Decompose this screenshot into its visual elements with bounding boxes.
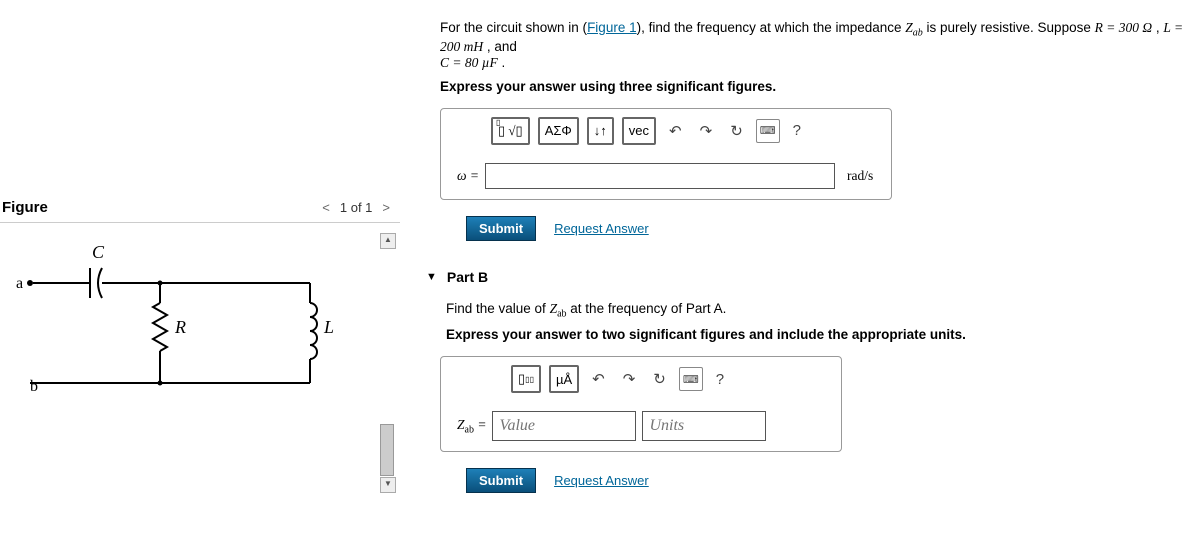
omega-label: ω =: [451, 168, 479, 184]
request-answer-link-b[interactable]: Request Answer: [554, 473, 649, 488]
r-value: R = 300 Ω: [1095, 20, 1153, 35]
text: Find the value of: [446, 301, 550, 316]
part-a-prompt: For the circuit shown in (Figure 1), fin…: [440, 20, 1190, 71]
text: is purely resistive. Suppose: [923, 20, 1095, 35]
text: , and: [483, 39, 517, 54]
figure-link[interactable]: Figure 1: [587, 20, 637, 35]
units-picker-button[interactable]: µÅ: [549, 365, 579, 393]
svg-text:R: R: [174, 317, 186, 337]
svg-text:C: C: [92, 242, 105, 262]
figure-next-button[interactable]: >: [380, 200, 392, 215]
figure-prev-button[interactable]: <: [320, 200, 332, 215]
svg-text:L: L: [323, 317, 334, 337]
redo-button[interactable]: ↷: [695, 119, 718, 143]
figure-page-indicator: 1 of 1: [340, 200, 373, 215]
help-button[interactable]: ?: [711, 367, 729, 391]
part-b-header[interactable]: ▼ Part B: [426, 269, 1190, 285]
part-a-instruction: Express your answer using three signific…: [440, 79, 1190, 94]
omega-input[interactable]: [485, 163, 835, 189]
request-answer-link-a[interactable]: Request Answer: [554, 221, 649, 236]
part-b-instruction: Express your answer to two significant f…: [446, 327, 1190, 342]
svg-text:a: a: [16, 275, 23, 292]
reset-button[interactable]: ↻: [648, 367, 671, 391]
question-panel: For the circuit shown in (Figure 1), fin…: [400, 0, 1200, 543]
part-b-answer-box: ▯▯▯ µÅ ↶ ↷ ↻ ⌨ ? Zab =: [440, 356, 842, 452]
zab-symbol: Zab: [550, 301, 567, 316]
circuit-diagram: a b C R L: [10, 233, 350, 433]
equation-toolbar-b: ▯▯▯ µÅ ↶ ↷ ↻ ⌨ ?: [511, 365, 831, 393]
units-input[interactable]: [642, 411, 766, 441]
keyboard-button[interactable]: ⌨: [679, 367, 703, 391]
equation-toolbar: ▯▯ √▯ ΑΣΦ ↓↑ vec ↶ ↷ ↻ ⌨ ?: [491, 117, 881, 145]
figure-nav: < 1 of 1 >: [320, 200, 392, 215]
collapse-icon: ▼: [426, 271, 437, 283]
text: at the frequency of Part A.: [567, 301, 727, 316]
greek-button[interactable]: ΑΣΦ: [538, 117, 579, 145]
template-button[interactable]: ▯▯▯: [511, 365, 541, 393]
zab-symbol: Zab: [905, 20, 923, 35]
subscript-button[interactable]: ↓↑: [587, 117, 614, 145]
scroll-up-arrow[interactable]: ▲: [380, 233, 396, 249]
reset-button[interactable]: ↻: [725, 119, 748, 143]
undo-button[interactable]: ↶: [587, 367, 610, 391]
figure-canvas: a b C R L ▲ ▼: [0, 223, 400, 543]
c-value: C = 80 µF: [440, 55, 498, 70]
zab-label: Zab =: [457, 417, 486, 436]
part-b-prompt: Find the value of Zab at the frequency o…: [446, 301, 1190, 320]
figure-panel: Figure < 1 of 1 >: [0, 0, 400, 543]
figure-title: Figure: [2, 199, 48, 216]
vector-button[interactable]: vec: [622, 117, 656, 145]
submit-button-b[interactable]: Submit: [466, 468, 536, 493]
keyboard-button[interactable]: ⌨: [756, 119, 780, 143]
redo-button[interactable]: ↷: [618, 367, 641, 391]
figure-scrollbar[interactable]: ▲ ▼: [380, 233, 394, 493]
text: ), find the frequency at which the imped…: [637, 20, 906, 35]
omega-units: rad/s: [847, 168, 873, 184]
text: For the circuit shown in (: [440, 20, 587, 35]
part-a-answer-box: ▯▯ √▯ ΑΣΦ ↓↑ vec ↶ ↷ ↻ ⌨ ? ω = rad/s: [440, 108, 892, 200]
value-input[interactable]: [492, 411, 636, 441]
template-button[interactable]: ▯▯ √▯: [491, 117, 530, 145]
svg-text:b: b: [30, 378, 38, 395]
help-button[interactable]: ?: [788, 119, 806, 143]
scroll-thumb[interactable]: [380, 424, 394, 476]
part-b-title: Part B: [447, 269, 488, 285]
undo-button[interactable]: ↶: [664, 119, 687, 143]
submit-button-a[interactable]: Submit: [466, 216, 536, 241]
scroll-down-arrow[interactable]: ▼: [380, 477, 396, 493]
